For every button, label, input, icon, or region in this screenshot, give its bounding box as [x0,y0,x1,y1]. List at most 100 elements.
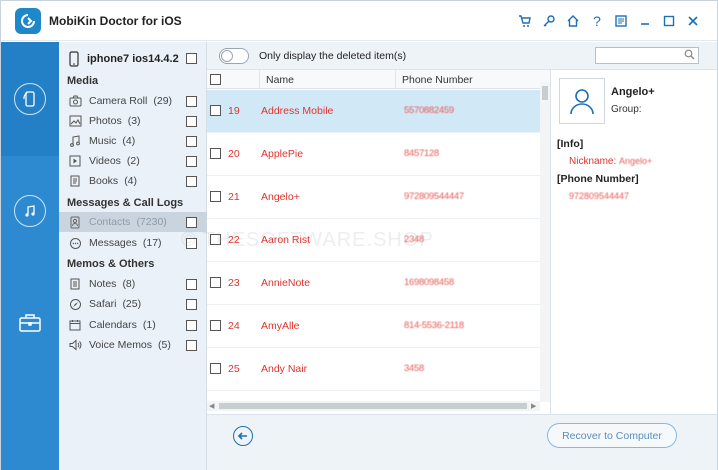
detail-nickname-label: Nickname: [569,156,617,167]
category-label: Contacts [89,216,131,228]
deleted-only-toggle[interactable] [219,48,249,64]
contact-name: Angelo+ [261,191,300,203]
rail-toolbox[interactable] [1,266,59,380]
row-checkbox[interactable] [210,148,221,159]
horizontal-scrollbar[interactable]: ◀ ▶ [207,401,540,411]
search-icon[interactable] [684,49,695,63]
category-checkbox[interactable] [186,175,197,187]
music-icon [68,134,82,148]
category-contacts[interactable]: Contacts (7230) [59,212,207,232]
cart-icon[interactable] [515,11,535,31]
row-checkbox[interactable] [210,320,221,331]
help-icon[interactable]: ? [587,11,607,31]
category-checkbox[interactable] [186,237,197,249]
category-videos[interactable]: Videos (2) [59,151,207,171]
minimize-icon[interactable] [635,11,655,31]
category-checkbox[interactable] [186,95,197,107]
category-checkbox[interactable] [186,339,197,351]
category-checkbox[interactable] [186,319,197,331]
category-label: Voice Memos [89,339,153,351]
mode-rail [1,42,59,470]
category-photos[interactable]: Photos (3) [59,111,207,131]
app-logo-icon [15,7,41,34]
vertical-scroll-thumb[interactable] [542,86,548,100]
category-messages[interactable]: Messages (17) [59,233,207,253]
category-checkbox[interactable] [186,115,197,127]
row-index: 23 [228,277,240,289]
table-row[interactable]: 20 ApplePie 8457128 [207,133,540,176]
contact-phone: 2348 [404,234,424,245]
category-calendars[interactable]: Calendars (1) [59,315,207,335]
category-checkbox[interactable] [186,135,197,147]
device-select-all-checkbox[interactable] [186,53,197,64]
maximize-icon[interactable] [659,11,679,31]
table-row[interactable]: 19 Address Mobile 5570882459 [207,90,540,133]
section-memos: Memos & Others [67,258,155,270]
category-count: (4) [122,135,136,147]
bottom-bar: Recover to Computer [207,414,717,470]
vertical-scrollbar[interactable] [540,82,550,402]
select-all-checkbox[interactable] [210,74,221,85]
message-icon [68,236,82,250]
row-checkbox[interactable] [210,234,221,245]
contact-name: Address Mobile [261,105,334,117]
category-checkbox[interactable] [186,298,197,310]
recover-to-computer-button[interactable]: Recover to Computer [547,423,677,448]
row-checkbox[interactable] [210,191,221,202]
category-label: Safari [89,298,117,310]
back-arrow-icon[interactable] [233,426,253,446]
column-header-phone[interactable]: Phone Number [402,74,473,86]
app-window: MobiKin Doctor for iOS ? iphone7 ios14.4… [0,0,718,470]
category-panel: iphone7 ios14.4.2 Media Camera Roll (29)… [59,42,207,470]
category-checkbox[interactable] [186,155,197,167]
horizontal-scroll-thumb[interactable] [219,403,527,409]
column-header-name[interactable]: Name [266,74,294,86]
row-index: 25 [228,363,240,375]
key-icon[interactable] [539,11,559,31]
rail-phone-recovery[interactable] [1,42,59,156]
device-name: iphone7 ios14.4.2 [87,53,179,65]
scroll-right-arrow-icon[interactable]: ▶ [531,402,536,410]
row-index: 19 [228,105,240,117]
contact-phone: 3458 [404,363,424,374]
contact-name: ApplePie [261,148,304,160]
category-label: Music [89,135,117,147]
table-row[interactable]: 25 Andy Nair 3458 [207,348,540,391]
category-safari[interactable]: Safari (25) [59,294,207,314]
feedback-icon[interactable] [611,11,631,31]
category-label: Photos [89,115,122,127]
row-checkbox[interactable] [210,363,221,374]
scroll-left-arrow-icon[interactable]: ◀ [209,402,214,410]
rail-itunes-backup[interactable] [1,156,59,266]
category-count: (17) [142,237,162,249]
calendar-icon [68,318,82,332]
table-row[interactable]: 24 AmyAlle 814-5536-2118 [207,305,540,348]
title-icons: ? [515,1,703,41]
category-count: (2) [126,155,140,167]
photo-icon [68,114,82,128]
close-icon[interactable] [683,11,703,31]
category-checkbox[interactable] [186,278,197,290]
category-checkbox[interactable] [186,216,197,228]
category-notes[interactable]: Notes (8) [59,274,207,294]
category-voice-memos[interactable]: Voice Memos (5) [59,335,207,355]
contact-name: Andy Nair [261,363,308,375]
safari-icon [68,297,82,311]
category-label: Notes [89,278,117,290]
table-row[interactable]: 22 Aaron Rist 2348 [207,219,540,262]
table-row[interactable]: 21 Angelo+ 972809544447 [207,176,540,219]
contact-phone: 972809544447 [404,191,464,202]
home-icon[interactable] [563,11,583,31]
table-row[interactable]: 23 AnnieNote 1698098458 [207,262,540,305]
search-input[interactable] [595,47,699,64]
row-checkbox[interactable] [210,105,221,116]
category-count: (3) [127,115,141,127]
row-checkbox[interactable] [210,277,221,288]
title-bar: MobiKin Doctor for iOS ? [1,1,717,41]
deleted-only-label: Only display the deleted item(s) [259,50,407,62]
category-camera-roll[interactable]: Camera Roll (29) [59,91,207,111]
category-books[interactable]: Books (4) [59,171,207,191]
category-music[interactable]: Music (4) [59,131,207,151]
book-icon [68,174,82,188]
category-count: (8) [122,278,136,290]
